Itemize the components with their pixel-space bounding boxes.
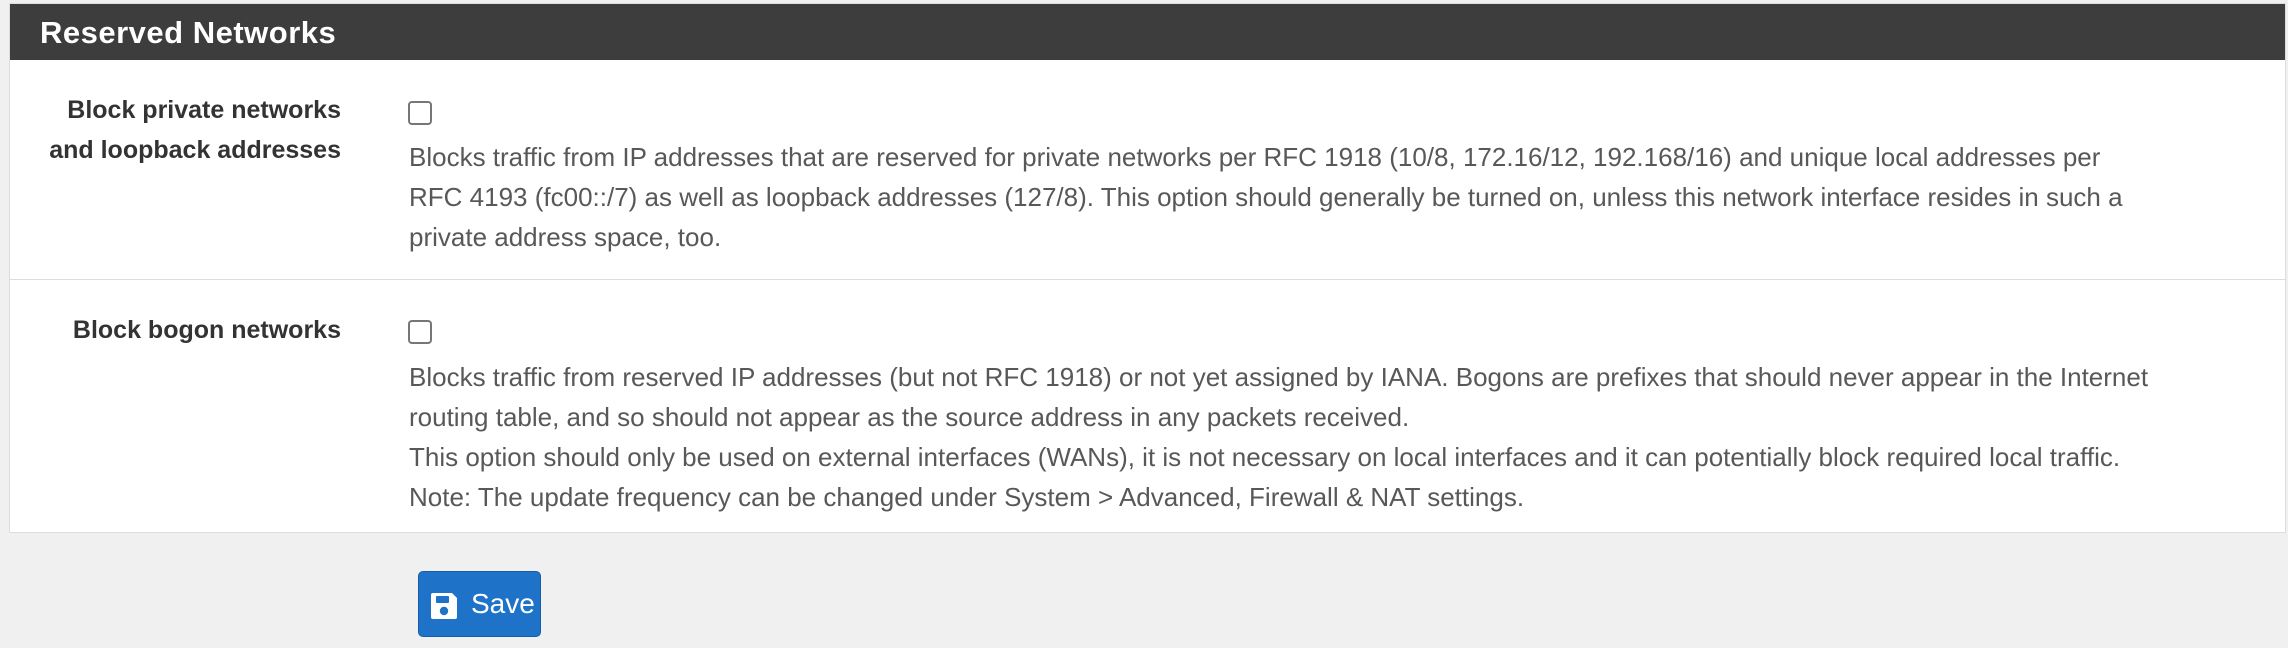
save-button-label: Save: [471, 588, 535, 619]
panel-heading: Reserved Networks: [10, 4, 2285, 60]
block-private-networks-label: Block private networks and loopback addr…: [49, 90, 341, 170]
reserved-networks-panel: Reserved Networks Block private networks…: [9, 3, 2286, 533]
floppy-disk-icon: [431, 593, 457, 619]
block-bogon-networks-row: Block bogon networks Blocks traffic from…: [10, 280, 2285, 532]
block-bogon-networks-label: Block bogon networks: [72, 316, 341, 344]
block-private-networks-row: Block private networks and loopback addr…: [10, 60, 2285, 280]
help-text-line: Blocks traffic from IP addresses that ar…: [409, 142, 2101, 172]
block-private-networks-label-line2: and loopback addresses: [49, 136, 341, 164]
block-private-networks-help: Blocks traffic from IP addresses that ar…: [409, 137, 2279, 257]
help-text-line: This option should only be used on exter…: [409, 442, 2121, 472]
block-bogon-networks-help: Blocks traffic from reserved IP addresse…: [409, 357, 2279, 517]
help-text-line: private address space, too.: [409, 222, 722, 252]
save-button[interactable]: Save: [418, 571, 541, 637]
block-private-networks-checkbox[interactable]: [408, 101, 432, 125]
help-text-line: routing table, and so should not appear …: [409, 402, 1410, 432]
panel-title: Reserved Networks: [40, 15, 337, 50]
help-text-line: Note: The update frequency can be change…: [409, 482, 1525, 512]
block-private-networks-label-line1: Block private networks: [67, 96, 341, 124]
help-text-line: RFC 4193 (fc00::/7) as well as loopback …: [409, 182, 2123, 212]
block-bogon-networks-checkbox[interactable]: [408, 320, 432, 344]
help-text-line: Blocks traffic from reserved IP addresse…: [409, 362, 2149, 392]
